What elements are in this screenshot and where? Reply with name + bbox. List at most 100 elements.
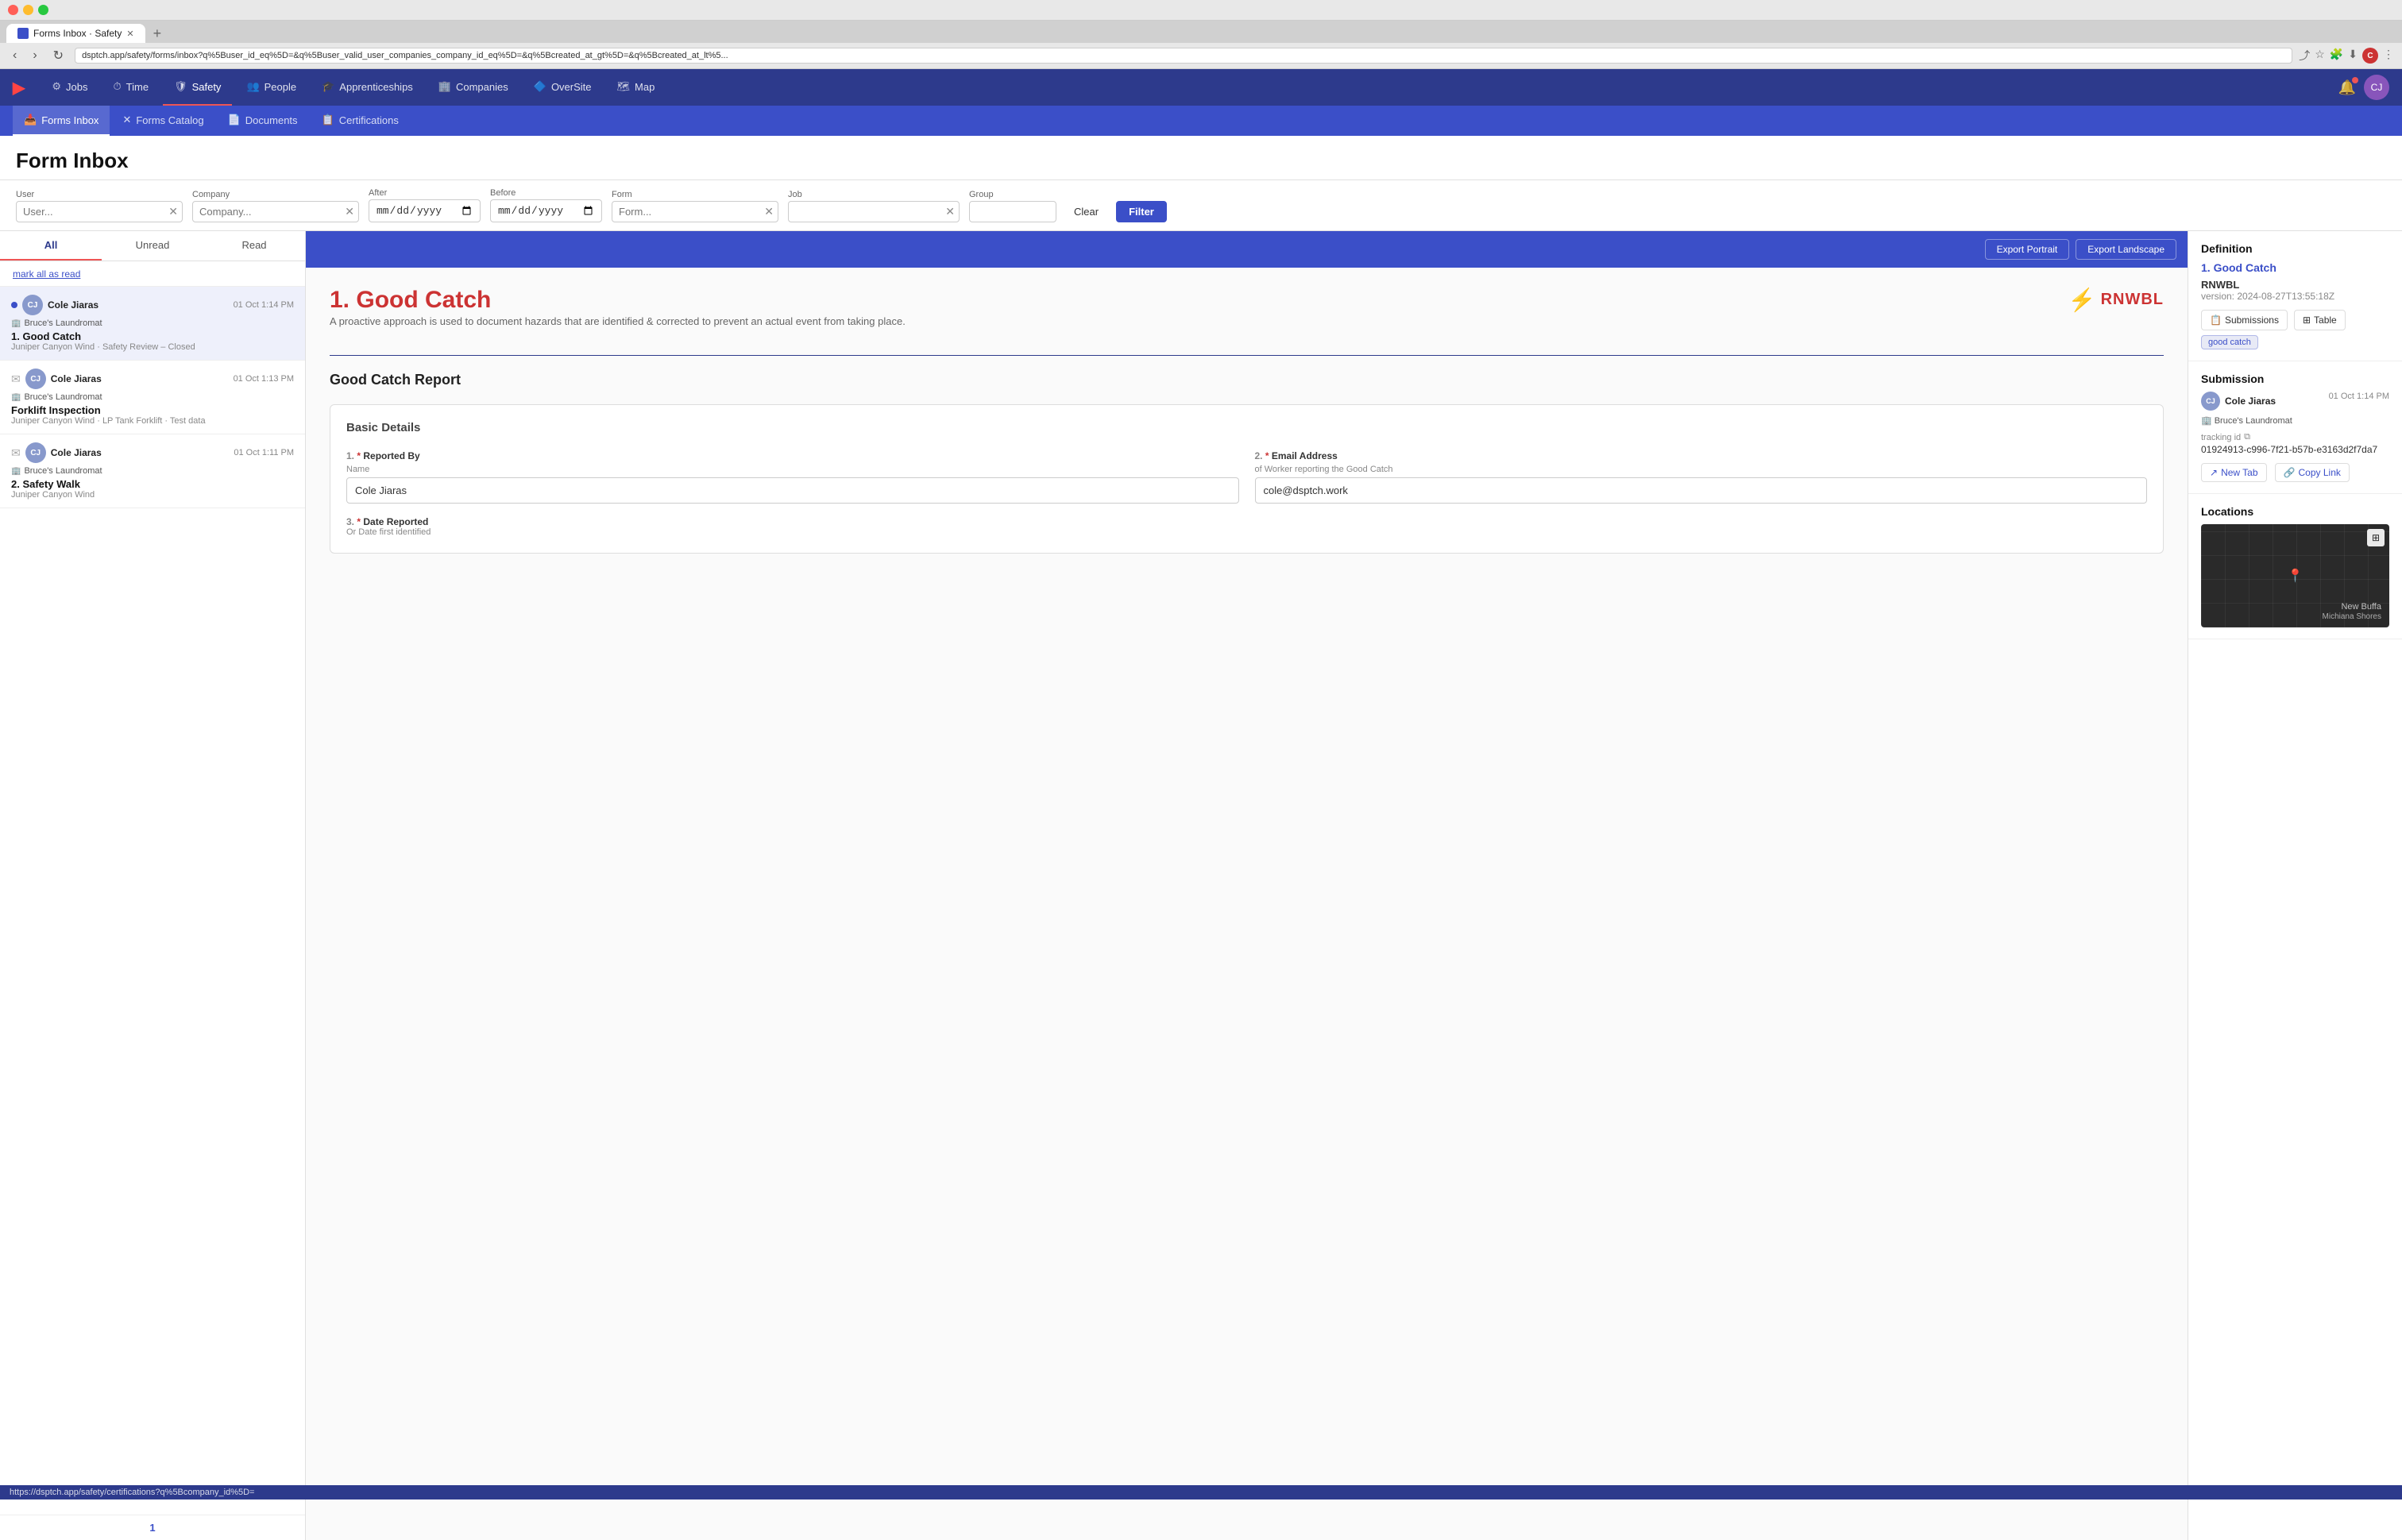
user-avatar[interactable]: CJ — [2364, 75, 2389, 100]
close-button[interactable] — [8, 5, 18, 15]
before-filter-input[interactable] — [490, 199, 602, 222]
minimize-button[interactable] — [23, 5, 33, 15]
nav-right: 🔔 CJ — [2338, 75, 2389, 100]
safety-icon: 🛡 — [174, 80, 187, 93]
menu-icon[interactable]: ⋮ — [2383, 48, 2394, 64]
after-filter-input[interactable] — [369, 199, 481, 222]
filter-button[interactable]: Filter — [1116, 201, 1167, 222]
tab-favicon — [17, 28, 29, 39]
nav-item-oversite[interactable]: 🔷 OverSite — [523, 69, 603, 106]
field-number: 1. — [346, 450, 354, 461]
nav-item-apprenticeships[interactable]: 🎓 Apprenticeships — [311, 69, 424, 106]
sub-nav-certifications[interactable]: 📋 Certifications — [311, 106, 410, 136]
copy-link-button[interactable]: 🔗 Copy Link — [2275, 463, 2350, 482]
clear-button[interactable]: Clear — [1066, 201, 1106, 222]
inbox-subject: 2. Safety Walk — [11, 478, 294, 490]
notification-badge — [2352, 77, 2358, 83]
new-tab-button[interactable]: + — [149, 25, 167, 42]
after-filter-label: After — [369, 188, 481, 198]
locations-title: Locations — [2201, 505, 2389, 518]
address-input[interactable] — [75, 48, 2292, 64]
traffic-lights — [8, 5, 48, 15]
page-number[interactable]: 1 — [149, 1522, 155, 1534]
form-content: 1. Good Catch A proactive approach is us… — [306, 268, 2188, 589]
copy-tracking-icon[interactable]: ⧉ — [2244, 432, 2250, 442]
sub-nav-documents[interactable]: 📄 Documents — [217, 106, 309, 136]
job-filter-input[interactable]: Demo Job for Arcade× — [788, 201, 960, 222]
map-expand-button[interactable]: ⊞ — [2367, 529, 2385, 546]
fullscreen-button[interactable] — [38, 5, 48, 15]
export-landscape-button[interactable]: Export Landscape — [2076, 239, 2176, 260]
table-label: Table — [2314, 315, 2337, 326]
form-filter-clear[interactable]: ✕ — [764, 205, 774, 218]
group-filter-wrap — [969, 201, 1056, 222]
bookmark-icon[interactable]: ☆ — [2315, 48, 2325, 64]
submissions-button[interactable]: 📋 Submissions — [2201, 310, 2288, 330]
definition-version: version: 2024-08-27T13:55:18Z — [2201, 291, 2389, 302]
nav-item-companies[interactable]: 🏢 Companies — [427, 69, 519, 106]
building-icon: 🏢 — [11, 393, 21, 402]
tab-unread[interactable]: Unread — [102, 231, 203, 261]
tab-all[interactable]: All — [0, 231, 102, 261]
user-filter-input[interactable] — [16, 201, 183, 222]
page-header: Form Inbox — [0, 136, 2402, 180]
job-filter-clear[interactable]: ✕ — [945, 205, 955, 218]
inbox-company: 🏢 Bruce's Laundromat — [11, 392, 294, 402]
nav-item-jobs[interactable]: ⚙ Jobs — [41, 69, 98, 106]
tab-close-button[interactable]: ✕ — [126, 29, 133, 39]
extensions-icon[interactable]: 🧩 — [2330, 48, 2343, 64]
reload-button[interactable]: ↻ — [48, 46, 68, 65]
user-profile-icon[interactable]: C — [2362, 48, 2378, 64]
company-filter-clear[interactable]: ✕ — [345, 205, 354, 218]
mark-all-read-link[interactable]: mark all as read — [13, 268, 80, 280]
nav-item-jobs-label: Jobs — [66, 81, 87, 93]
list-item[interactable]: CJ Cole Jiaras 01 Oct 1:14 PM 🏢 Bruce's … — [0, 287, 305, 361]
app-logo[interactable]: ▶ — [13, 78, 25, 98]
notifications-bell[interactable]: 🔔 — [2338, 79, 2356, 96]
nav-item-map[interactable]: 🗺 Map — [606, 69, 666, 106]
required-indicator: * — [1265, 450, 1272, 461]
nav-item-time[interactable]: ⏱ Time — [102, 69, 160, 106]
list-item[interactable]: ✉ CJ Cole Jiaras 01 Oct 1:11 PM 🏢 Bruce'… — [0, 434, 305, 508]
export-portrait-button[interactable]: Export Portrait — [1985, 239, 2070, 260]
inbox-item-header: ✉ CJ Cole Jiaras 01 Oct 1:11 PM — [11, 442, 294, 463]
forms-inbox-icon: 📥 — [24, 114, 37, 126]
submission-company: 🏢 Bruce's Laundromat — [2201, 415, 2389, 426]
forms-catalog-icon: ✕ — [122, 114, 131, 126]
browser-tab-active[interactable]: Forms Inbox · Safety ✕ — [6, 24, 145, 43]
inbox-username: Cole Jiaras — [51, 373, 102, 384]
form-title: 1. Good Catch — [330, 287, 906, 314]
nav-item-people[interactable]: 👥 People — [235, 69, 307, 106]
group-filter-select[interactable] — [969, 201, 1056, 222]
forward-button[interactable]: › — [28, 47, 41, 64]
tab-read[interactable]: Read — [203, 231, 305, 261]
share-icon[interactable]: ⤴ — [2299, 48, 2310, 64]
user-filter-clear[interactable]: ✕ — [168, 205, 178, 218]
job-filter-label: Job — [788, 190, 960, 199]
group-filter: Group — [969, 190, 1056, 222]
submission-company-name: Bruce's Laundromat — [2215, 416, 2292, 426]
form-description: A proactive approach is used to document… — [330, 314, 906, 330]
form-title-row: 1. Good Catch A proactive approach is us… — [330, 287, 2164, 345]
nav-item-apprenticeships-label: Apprenticeships — [339, 81, 413, 93]
reported-by-input[interactable] — [346, 477, 1239, 504]
tab-title: Forms Inbox · Safety — [33, 28, 122, 39]
tracking-id: 01924913-c996-7f21-b57b-e3163d2f7da7 — [2201, 444, 2389, 455]
form-filter-input[interactable] — [612, 201, 778, 222]
sub-nav-forms-catalog[interactable]: ✕ Forms Catalog — [111, 106, 214, 136]
inbox-time: 01 Oct 1:11 PM — [234, 448, 294, 457]
company-name: Bruce's Laundromat — [24, 392, 102, 402]
email-input[interactable] — [1255, 477, 2148, 504]
table-button[interactable]: ⊞ Table — [2294, 310, 2346, 330]
list-item[interactable]: ✉ CJ Cole Jiaras 01 Oct 1:13 PM 🏢 Bruce'… — [0, 361, 305, 434]
company-name: Bruce's Laundromat — [24, 466, 102, 476]
download-icon[interactable]: ⬇ — [2348, 48, 2358, 64]
new-tab-link[interactable]: ↗ New Tab — [2201, 463, 2267, 482]
inbox-detail: Juniper Canyon Wind — [11, 490, 294, 500]
map-placeholder[interactable]: ⊞ 📍 New Buffa Michiana Shores — [2201, 524, 2389, 627]
nav-item-safety[interactable]: 🛡 Safety — [163, 69, 232, 106]
company-filter-input[interactable] — [192, 201, 359, 222]
back-button[interactable]: ‹ — [8, 47, 21, 64]
sub-nav-forms-inbox[interactable]: 📥 Forms Inbox — [13, 106, 110, 136]
tracking-label: tracking id ⧉ — [2201, 432, 2389, 442]
